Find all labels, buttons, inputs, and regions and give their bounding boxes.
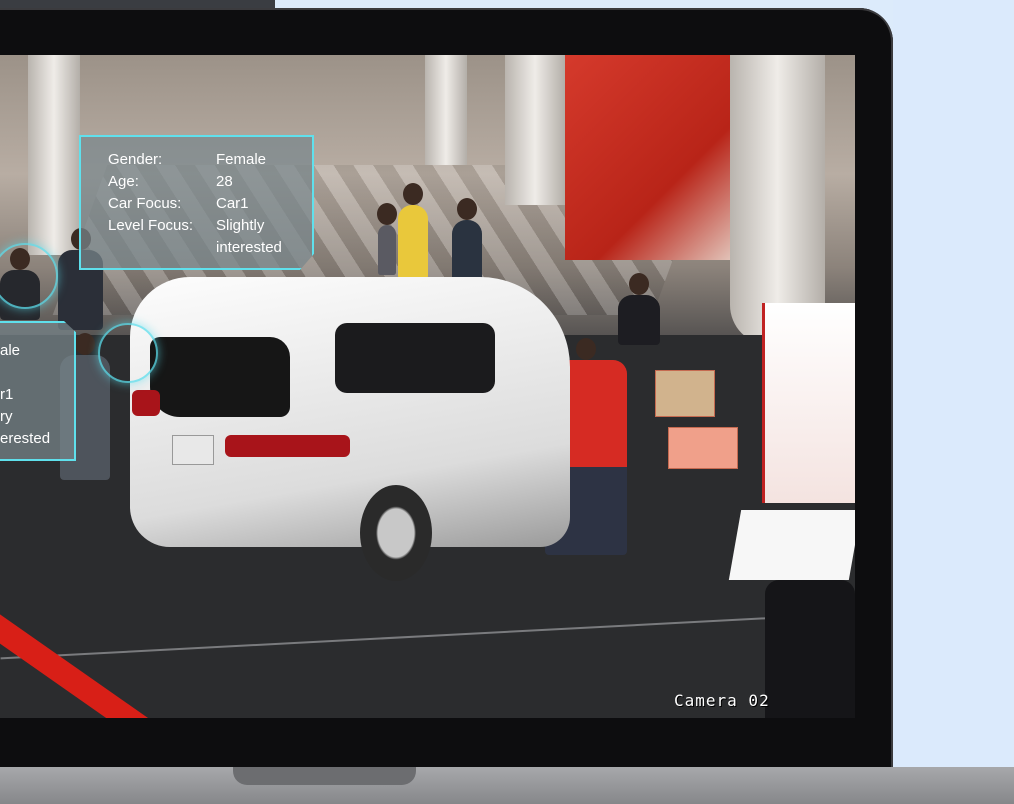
camera-id-label: Camera 02 (674, 691, 770, 710)
analytics-row-level-focus: Level Focus: Slightly (108, 215, 302, 237)
laptop-base (0, 767, 1014, 804)
analytics-row-gender: Gender: Female (108, 149, 302, 171)
promo-banner (762, 303, 855, 503)
analytics-row-level-focus-cont: interested (108, 237, 302, 259)
page-background-panel (893, 0, 1014, 770)
viewer-analytics-panel-cropped: ale r1 ry erested (0, 321, 76, 461)
camera-feed-screen: Gender: Female Age: 28 Car Focus: Car1 L… (0, 55, 855, 718)
laptop-opening-notch (233, 767, 416, 785)
person-seated (618, 273, 660, 345)
car-wheel (360, 485, 432, 581)
analytics-label: Level Focus: (108, 217, 194, 234)
car-taillight (225, 435, 350, 457)
analytics-value (0, 362, 70, 384)
display-box (655, 370, 715, 417)
pillar (28, 55, 80, 255)
analytics-value: r1 (0, 386, 14, 403)
car-taillight (132, 390, 160, 416)
analytics-value: ry (0, 408, 13, 425)
analytics-value: Female (216, 151, 267, 168)
car-rear-window (150, 337, 290, 417)
analytics-label: Car Focus: (108, 195, 182, 212)
face-detection-ring (98, 323, 158, 383)
analytics-value: 28 (216, 173, 233, 190)
white-table (728, 510, 855, 580)
analytics-row-car-focus: Car Focus: Car1 (108, 193, 302, 215)
face-detection-ring (0, 243, 58, 309)
analytics-value: Car1 (216, 195, 249, 212)
display-box (668, 427, 738, 469)
person-shopper (398, 183, 428, 280)
analytics-value: Slightly (216, 217, 265, 234)
analytics-row-age: Age: 28 (108, 171, 302, 193)
car-side-window (335, 323, 495, 393)
wall-mural (565, 55, 755, 260)
car-license-plate (172, 435, 214, 465)
person-shopper (377, 203, 397, 275)
analytics-value: interested (216, 239, 282, 256)
pillar (730, 55, 825, 345)
analytics-label: Age: (108, 173, 139, 190)
top-edge-strip (0, 0, 275, 8)
viewer-analytics-panel: Gender: Female Age: 28 Car Focus: Car1 L… (79, 135, 314, 270)
analytics-label: Gender: (108, 151, 163, 168)
analytics-value: ale (0, 342, 21, 359)
pillar (505, 55, 565, 205)
analytics-label (108, 237, 216, 259)
analytics-value: erested (0, 430, 51, 447)
person-staff (765, 558, 855, 718)
pillar (425, 55, 467, 165)
